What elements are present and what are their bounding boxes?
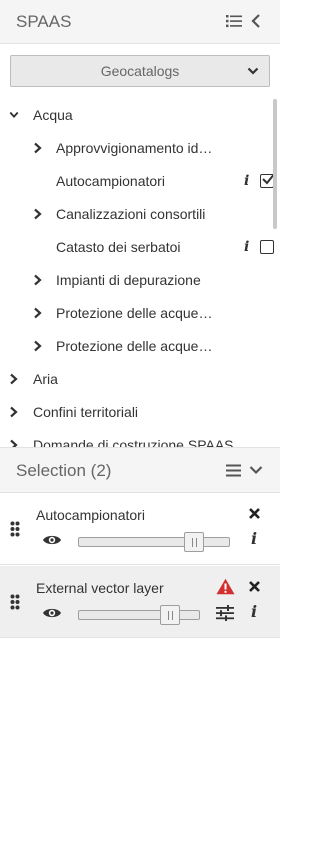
chevron-right-icon[interactable] (33, 307, 43, 319)
chevron-down-icon (247, 67, 259, 75)
chevron-right-icon[interactable] (9, 373, 19, 385)
layer-name: External vector layer (36, 580, 164, 596)
drag-handle-icon[interactable] (10, 521, 20, 537)
chevron-left-icon[interactable] (250, 13, 262, 29)
catalog-select-value: Geocatalogs (100, 63, 180, 79)
tree-node-domande[interactable]: Domande di costruzione SPAAS (0, 428, 270, 447)
eye-icon[interactable] (42, 606, 62, 620)
chevron-right-icon[interactable] (9, 406, 19, 418)
tree-node-approvvigionamento[interactable]: Approvvigionamento idri… (0, 131, 270, 164)
app-title: SPAAS (16, 12, 72, 31)
tree-node-catasto[interactable]: Catasto dei serbatoi i (0, 230, 274, 263)
warning-icon[interactable] (216, 578, 235, 595)
selection-header: Selection (2) (0, 447, 280, 493)
tree-node-label: Confini territoriali (33, 404, 139, 420)
chevron-right-icon[interactable] (33, 274, 43, 286)
tree-node-aria[interactable]: Aria (0, 362, 270, 395)
tree-node-label: Aria (33, 371, 58, 387)
chevron-right-icon[interactable] (33, 208, 43, 220)
chevron-down-icon[interactable] (9, 109, 19, 121)
layer-checkbox-unchecked[interactable] (260, 240, 274, 254)
tree-node-protezione-1[interactable]: Protezione delle acque s… (0, 296, 270, 329)
tree-node-label: Impianti di depurazione (56, 272, 201, 288)
tree-scrollbar[interactable] (273, 99, 277, 229)
tree-node-protezione-2[interactable]: Protezione delle acque s… (0, 329, 270, 362)
layer-name: Autocampionatori (36, 507, 145, 523)
app-header: SPAAS (0, 0, 280, 44)
chevron-right-icon[interactable] (33, 340, 43, 352)
tree-node-label: Acqua (33, 107, 73, 123)
tree-node-label: Domande di costruzione SPAAS (33, 437, 234, 447)
tree-node-label: Protezione delle acque s… (56, 338, 216, 354)
layer-checkbox-checked[interactable] (260, 172, 275, 188)
tree-node-impianti[interactable]: Impianti di depurazione (0, 263, 270, 296)
list-icon[interactable] (226, 14, 242, 28)
chevron-right-icon[interactable] (9, 439, 19, 447)
selection-title: Selection (2) (16, 461, 112, 480)
info-icon[interactable]: i (251, 529, 257, 548)
catalog-tree: Acqua Approvvigionamento idri… Autocampi… (0, 96, 280, 447)
selected-layer-external-vector: External vector layer i (0, 566, 280, 638)
drag-handle-icon[interactable] (10, 594, 20, 610)
info-icon[interactable]: i (244, 239, 249, 255)
tree-node-confini[interactable]: Confini territoriali (0, 395, 270, 428)
chevron-right-icon[interactable] (33, 142, 43, 154)
opacity-slider[interactable] (78, 532, 230, 552)
tune-settings-icon[interactable] (216, 605, 234, 621)
slider-handle[interactable] (184, 532, 204, 552)
close-icon[interactable] (248, 580, 261, 593)
tree-node-label: Protezione delle acque s… (56, 305, 216, 321)
tree-node-label: Catasto dei serbatoi (56, 239, 181, 255)
menu-icon[interactable] (226, 464, 241, 477)
eye-icon[interactable] (42, 533, 62, 547)
info-icon[interactable]: i (251, 602, 257, 621)
tree-node-label: Approvvigionamento idri… (56, 140, 216, 156)
chevron-down-icon[interactable] (249, 465, 263, 475)
tree-node-label: Canalizzazioni consortili (56, 206, 206, 222)
tree-node-autocampionatori[interactable]: Autocampionatori i (0, 164, 275, 197)
catalog-select[interactable]: Geocatalogs (10, 55, 270, 87)
tree-node-canalizzazioni[interactable]: Canalizzazioni consortili (0, 197, 270, 230)
tree-node-acqua[interactable]: Acqua (0, 98, 270, 131)
info-icon[interactable]: i (244, 173, 249, 189)
slider-handle[interactable] (160, 605, 180, 625)
opacity-slider[interactable] (78, 605, 200, 625)
selected-layer-autocampionatori: Autocampionatori i (0, 493, 280, 565)
close-icon[interactable] (248, 507, 261, 520)
tree-node-label: Autocampionatori (56, 173, 165, 189)
